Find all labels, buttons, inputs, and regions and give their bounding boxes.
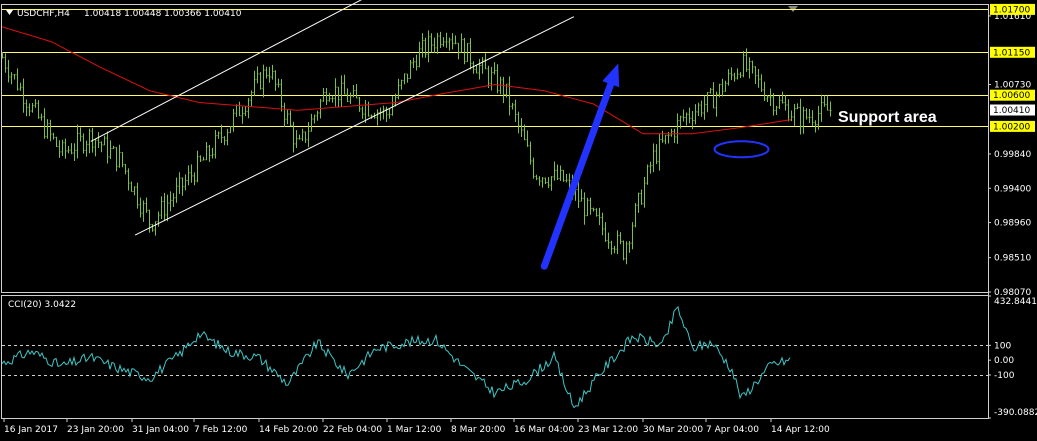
cci-tick-label: -100 [994,371,1015,381]
price-tick-label: 0.98510 [994,254,1031,264]
trading-chart[interactable]: USDCHF,H4 1.00418 1.00448 1.00366 1.0041… [0,0,1037,441]
level-label-3: 1.00200 [993,122,1030,132]
time-tick-label: 7 Apr 04:00 [706,425,759,435]
time-tick-label: 1 Mar 12:00 [387,425,442,435]
cci-tick-label: 432.8441 [994,297,1037,307]
price-tick-label: 0.98960 [994,219,1031,229]
time-tick-label: 8 Mar 20:00 [451,425,506,435]
support-area-label: Support area [838,109,937,126]
level-label-1: 1.01150 [993,48,1030,58]
cci-label: CCI(20) 3.0422 [8,300,76,310]
price-tick-label: 1.00730 [994,81,1031,91]
current-price-label: 1.00410 [993,106,1030,116]
symbol-label: USDCHF,H4 [17,9,70,19]
cci-tick-label: -390.0882 [994,408,1037,418]
time-tick-label: 7 Feb 12:00 [194,425,248,435]
time-tick-label: 22 Feb 04:00 [323,425,382,435]
time-tick-label: 14 Feb 20:00 [259,425,318,435]
time-tick-label: 23 Jan 20:00 [67,425,124,435]
ohlc-label: 1.00418 1.00448 1.00366 1.00410 [84,9,242,19]
time-tick-label: 14 Apr 12:00 [771,425,830,435]
cci-tick-label: 100 [994,341,1011,351]
level-label-0: 1.01700 [993,5,1030,15]
time-tick-label: 16 Mar 04:00 [514,425,574,435]
time-tick-label: 30 Mar 20:00 [643,425,703,435]
price-axis: 1.016101.007300.998400.994000.989600.985… [988,3,1035,298]
time-tick-label: 23 Mar 12:00 [578,425,638,435]
cci-tick-label: 0.00 [994,356,1014,366]
level-label-2: 1.00600 [993,91,1030,101]
price-tick-label: 0.99840 [994,150,1031,160]
time-tick-label: 16 Jan 2017 [4,425,58,435]
price-tick-label: 0.99400 [994,184,1031,194]
time-tick-label: 31 Jan 04:00 [132,425,189,435]
